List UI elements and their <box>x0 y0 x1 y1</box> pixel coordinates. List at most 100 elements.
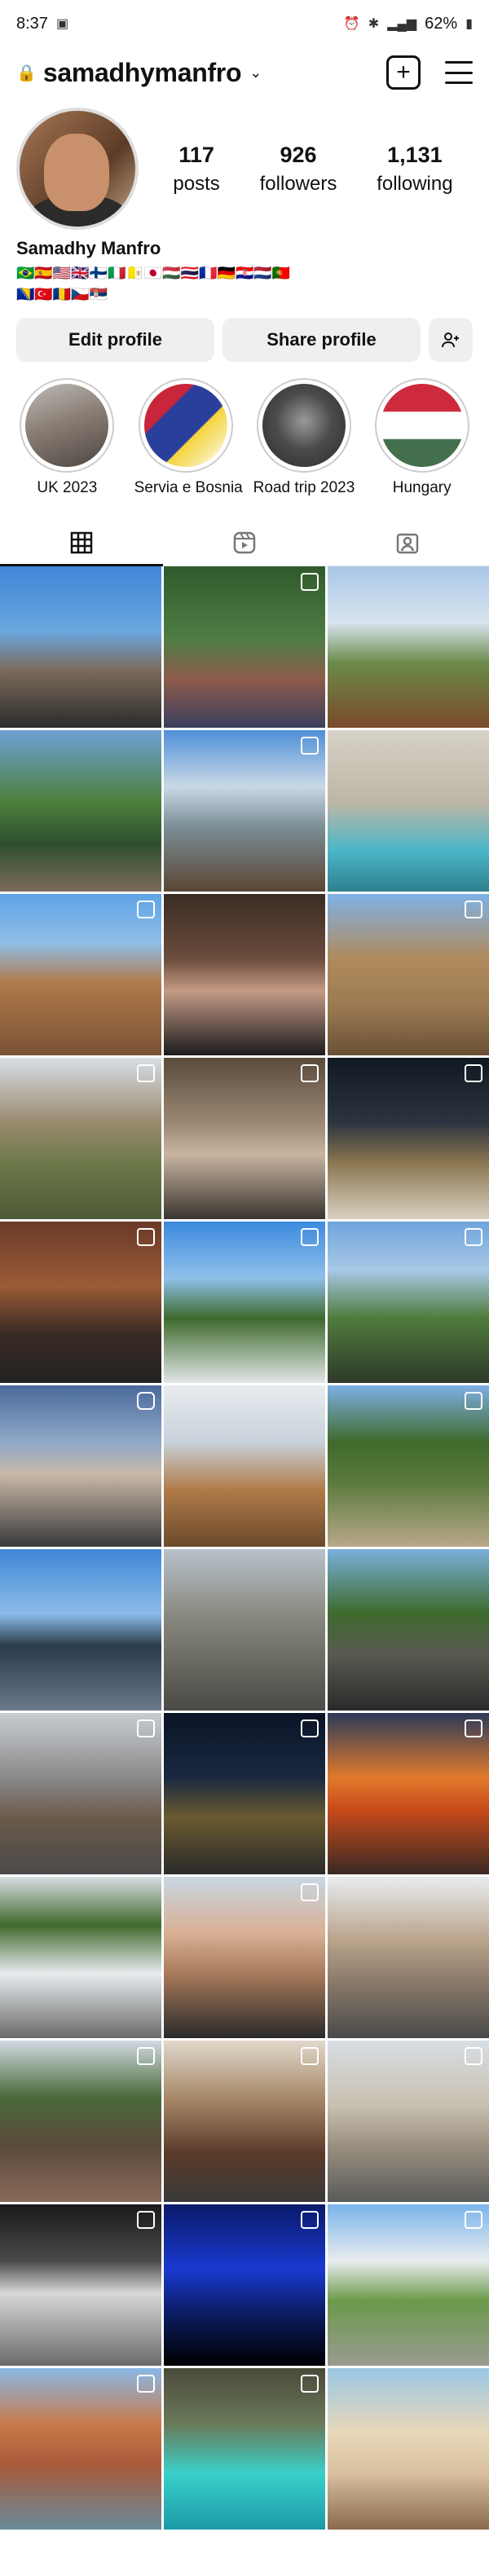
carousel-icon <box>465 900 482 918</box>
profile-section: 117 posts 926 followers 1,131 following … <box>0 98 489 305</box>
carousel-icon <box>301 1064 319 1082</box>
grid-post[interactable] <box>164 1222 325 1383</box>
grid-post[interactable] <box>328 2368 489 2530</box>
carousel-icon <box>465 1392 482 1410</box>
grid-post[interactable] <box>0 2368 161 2530</box>
grid-post[interactable] <box>328 1877 489 2038</box>
tab-tagged[interactable] <box>326 520 489 566</box>
add-user-button[interactable] <box>429 318 473 362</box>
battery-percent: 62% <box>425 14 458 33</box>
signal-icon: ▂▄▆ <box>387 17 417 31</box>
grid-post[interactable] <box>328 2041 489 2202</box>
avatar[interactable] <box>16 108 139 230</box>
grid-post[interactable] <box>0 566 161 728</box>
profile-actions: Edit profile Share profile <box>0 305 489 362</box>
carousel-icon <box>301 1883 319 1901</box>
battery-icon: ▮ <box>465 17 473 31</box>
grid-post[interactable] <box>164 2368 325 2530</box>
edit-profile-button[interactable]: Edit profile <box>16 318 214 362</box>
stat-following[interactable]: 1,131 following <box>377 143 452 196</box>
carousel-icon <box>301 2375 319 2393</box>
stat-posts[interactable]: 117 posts <box>173 143 219 196</box>
share-profile-button[interactable]: Share profile <box>222 318 421 362</box>
create-post-button[interactable]: + <box>386 55 421 90</box>
grid-post[interactable] <box>0 1222 161 1383</box>
status-time: 8:37 <box>16 14 48 33</box>
grid-post[interactable] <box>0 1549 161 1711</box>
profile-stats: 117 posts 926 followers 1,131 following <box>153 143 473 196</box>
carousel-icon <box>465 2211 482 2229</box>
profile-header: 🔒 samadhymanfro ⌄ + <box>0 47 489 98</box>
grid-post[interactable] <box>328 1713 489 1874</box>
bluetooth-icon: ✱ <box>368 17 380 31</box>
reels-icon <box>233 531 256 554</box>
highlight-hungary[interactable]: Hungary <box>371 378 473 497</box>
grid-post[interactable] <box>164 1549 325 1711</box>
status-bar: 8:37 ▣ ⏰ ✱ ▂▄▆ 62% ▮ <box>0 0 489 47</box>
carousel-icon <box>301 1720 319 1737</box>
lock-icon: 🔒 <box>16 64 37 82</box>
grid-post[interactable] <box>164 1877 325 2038</box>
carousel-icon <box>137 1228 155 1246</box>
grid-post[interactable] <box>328 1549 489 1711</box>
grid-post[interactable] <box>328 1385 489 1547</box>
menu-button[interactable] <box>445 61 473 84</box>
display-name: Samadhy Manfro <box>16 238 161 258</box>
grid-post[interactable] <box>164 1713 325 1874</box>
grid-post[interactable] <box>164 894 325 1055</box>
chevron-down-icon[interactable]: ⌄ <box>249 64 262 81</box>
grid-icon <box>70 531 93 554</box>
grid-post[interactable] <box>0 730 161 892</box>
grid-post[interactable] <box>164 730 325 892</box>
carousel-icon <box>137 900 155 918</box>
grid-post[interactable] <box>0 2204 161 2366</box>
carousel-icon <box>301 2211 319 2229</box>
highlight-road-trip[interactable]: Road trip 2023 <box>253 378 355 497</box>
carousel-icon <box>137 1720 155 1737</box>
username[interactable]: samadhymanfro <box>43 58 242 88</box>
add-person-icon <box>442 332 459 348</box>
grid-post[interactable] <box>328 894 489 1055</box>
grid-post[interactable] <box>0 1058 161 1219</box>
carousel-icon <box>301 1228 319 1246</box>
carousel-icon <box>465 1720 482 1737</box>
highlight-uk[interactable]: UK 2023 <box>16 378 118 497</box>
grid-post[interactable] <box>328 1058 489 1219</box>
highlight-servia-bosnia[interactable]: Servia e Bosnia <box>134 378 243 497</box>
grid-post[interactable] <box>164 1385 325 1547</box>
grid-post[interactable] <box>0 1385 161 1547</box>
carousel-icon <box>301 2047 319 2065</box>
carousel-icon <box>465 1228 482 1246</box>
tagged-icon <box>396 533 419 554</box>
reel-icon <box>137 1392 155 1410</box>
carousel-icon <box>465 1064 482 1082</box>
posts-grid <box>0 566 489 2530</box>
grid-post[interactable] <box>328 566 489 728</box>
tab-posts[interactable] <box>0 520 163 566</box>
carousel-icon <box>301 573 319 591</box>
grid-post[interactable] <box>0 1713 161 1874</box>
grid-post[interactable] <box>328 730 489 892</box>
gallery-notification-icon: ▣ <box>55 17 69 31</box>
alarm-icon: ⏰ <box>343 17 360 31</box>
carousel-icon <box>465 2047 482 2065</box>
tab-reels[interactable] <box>163 520 326 566</box>
bio-flags: 🇧🇷🇪🇸🇺🇸🇬🇧🇫🇮🇮🇹🇻🇦🇯🇵🇭🇺🇹🇭🇫🇷🇩🇪🇭🇷🇳🇱🇵🇹 🇧🇦🇹🇷🇷🇴🇨🇿🇷… <box>16 265 291 302</box>
grid-post[interactable] <box>328 2204 489 2366</box>
carousel-icon <box>137 2047 155 2065</box>
story-highlights: UK 2023 Servia e Bosnia Road trip 2023 H… <box>0 362 489 497</box>
carousel-icon <box>301 737 319 755</box>
grid-post[interactable] <box>164 2041 325 2202</box>
profile-tabs <box>0 520 489 566</box>
grid-post[interactable] <box>0 894 161 1055</box>
carousel-icon <box>137 1064 155 1082</box>
grid-post[interactable] <box>164 2204 325 2366</box>
grid-post[interactable] <box>0 1877 161 2038</box>
grid-post[interactable] <box>328 1222 489 1383</box>
grid-post[interactable] <box>164 1058 325 1219</box>
grid-post[interactable] <box>0 2041 161 2202</box>
stat-followers[interactable]: 926 followers <box>260 143 337 196</box>
grid-post[interactable] <box>164 566 325 728</box>
carousel-icon <box>137 2211 155 2229</box>
carousel-icon <box>137 2375 155 2393</box>
